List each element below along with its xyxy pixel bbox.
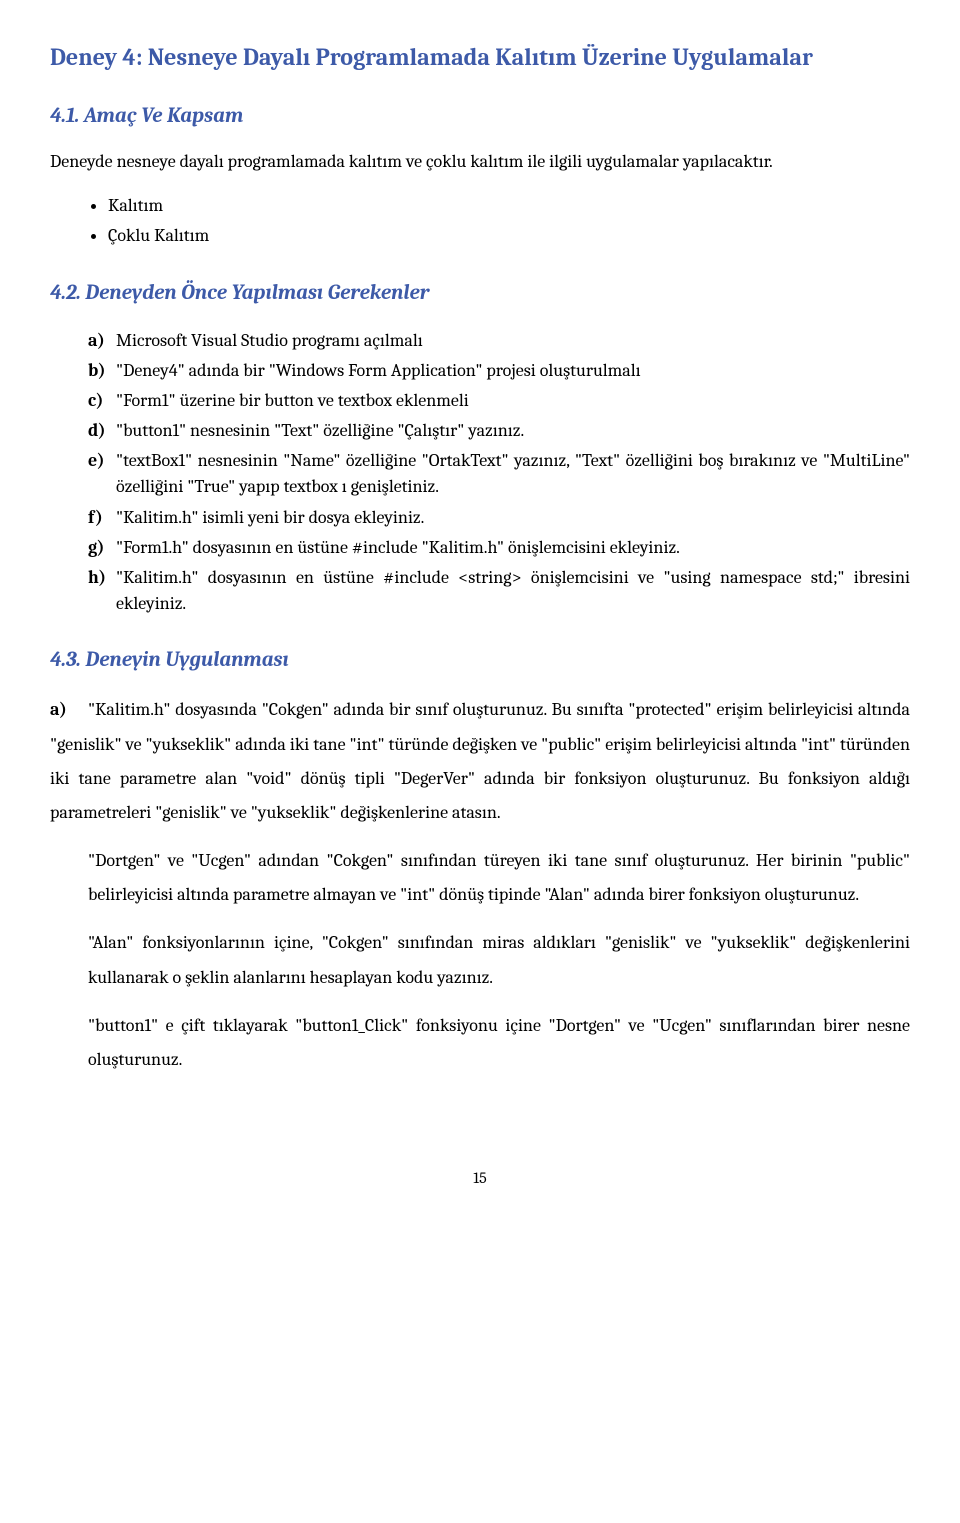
list-text: Microsoft Visual Studio programı açılmal… [116,330,423,351]
list-marker: d) [88,418,106,444]
list-marker: h) [88,565,106,591]
paragraph: a)"Kalitim.h" dosyasında "Cokgen" adında… [50,693,910,830]
list-text: "Kalitim.h" isimli yeni bir dosya ekleyi… [116,507,424,528]
topic-list: Kalıtım Çoklu Kalıtım [50,191,910,251]
list-item: e) "textBox1" nesnesinin "Name" özelliğin… [88,446,910,502]
list-text: "textBox1" nesnesinin "Name" özelliğine … [116,450,910,497]
list-marker: c) [88,388,103,414]
list-item: b) "Deney4" adında bir "Windows Form Appl… [88,356,910,386]
page-title: Deney 4: Nesneye Dayalı Programlamada Ka… [50,40,910,75]
paragraph: "Alan" fonksiyonlarının içine, "Cokgen" … [88,926,910,994]
prep-list: a) Microsoft Visual Studio programı açılm… [50,326,910,619]
paragraph-text: "Kalitim.h" dosyasında "Cokgen" adında b… [50,699,910,823]
section-4-2-head: 4.2. Deneyden Önce Yapılması Gerekenler [50,278,910,308]
list-item: g) "Form1.h" dosyasının en üstüne #includ… [88,533,910,563]
list-marker: f) [88,505,103,531]
topic-item: Kalıtım [108,191,910,221]
list-text: "Kalitim.h" dosyasının en üstüne #includ… [116,567,910,614]
section-4-3-body: a)"Kalitim.h" dosyasında "Cokgen" adında… [50,693,910,1077]
list-marker: g) [88,535,105,561]
list-item: a) Microsoft Visual Studio programı açılm… [88,326,910,356]
page-number: 15 [50,1167,910,1190]
list-text: "Form1.h" dosyasının en üstüne #include … [116,537,680,558]
list-item: d) "button1" nesnesinin "Text" özelliğine… [88,416,910,446]
list-marker: a) [50,693,88,727]
section-4-1-intro: Deneyde nesneye dayalı programlamada kal… [50,149,910,175]
section-4-3-head: 4.3. Deneyin Uygulanması [50,645,910,675]
list-marker: e) [88,448,105,474]
list-marker: a) [88,328,105,354]
paragraph: "Dortgen" ve "Ucgen" adından "Cokgen" sı… [88,844,910,912]
list-item: h) "Kalitim.h" dosyasının en üstüne #incl… [88,563,910,619]
section-4-1-head: 4.1. Amaç Ve Kapsam [50,101,910,131]
paragraph: "button1" e çift tıklayarak "button1_Cli… [88,1009,910,1077]
list-text: "Deney4" adında bir "Windows Form Applic… [116,360,641,381]
list-text: "Form1" üzerine bir button ve textbox ek… [116,390,469,411]
topic-item: Çoklu Kalıtım [108,221,910,251]
list-marker: b) [88,358,106,384]
list-item: f) "Kalitim.h" isimli yeni bir dosya ekle… [88,503,910,533]
list-item: c) "Form1" üzerine bir button ve textbox … [88,386,910,416]
list-text: "button1" nesnesinin "Text" özelliğine "… [116,420,524,441]
